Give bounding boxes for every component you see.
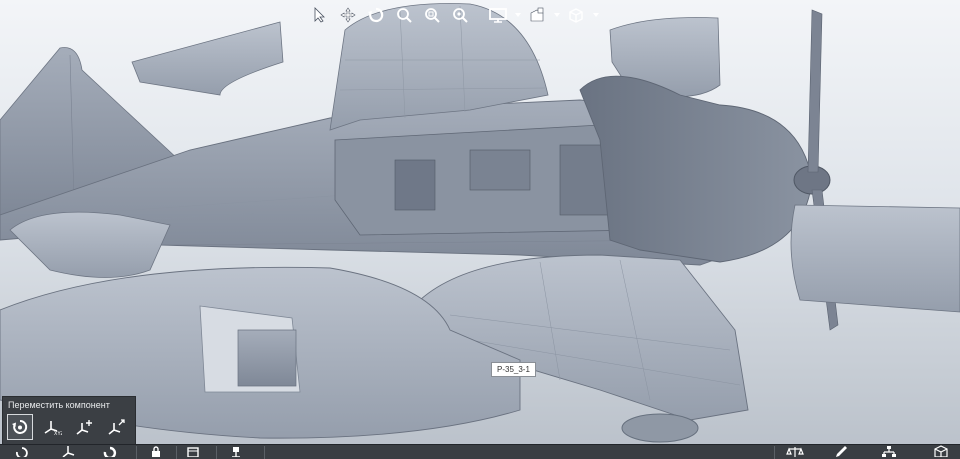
view-toolbar [308, 3, 599, 27]
rotate-component-icon [12, 419, 28, 434]
bottom-mate-button[interactable] [226, 445, 246, 459]
zoom-selected-icon [453, 8, 468, 23]
zoom-window-icon [425, 8, 440, 23]
command-manager-bar [0, 444, 960, 459]
bottom-component-box-button[interactable] [930, 445, 952, 459]
lock-icon [152, 446, 160, 457]
chevron-down-icon [553, 13, 560, 17]
bottom-move-xyz-button[interactable] [58, 445, 78, 459]
chevron-down-icon [514, 13, 521, 17]
bottom-balance-button[interactable] [784, 445, 806, 459]
move-by-delta-button[interactable] [103, 414, 129, 440]
appearance-button[interactable] [525, 4, 549, 26]
bottom-rotate-alt-button[interactable] [100, 445, 120, 459]
mate-icon [232, 447, 240, 457]
appearance-dropdown[interactable] [553, 4, 560, 26]
move-xyz-button[interactable]: XYZ [39, 414, 65, 440]
aircraft-model[interactable] [0, 0, 960, 444]
propeller [807, 9, 823, 173]
pencil-icon [836, 446, 847, 457]
display-mode-dropdown[interactable] [514, 4, 521, 26]
zoom-window-button[interactable] [420, 4, 444, 26]
bottom-rotate-component-button[interactable] [12, 445, 32, 459]
bottom-pencil-button[interactable] [830, 445, 852, 459]
zoom-button[interactable] [392, 4, 416, 26]
triad-xyz-icon [62, 446, 75, 457]
floating-panel-left [131, 21, 284, 96]
balance-icon [786, 447, 804, 457]
3d-viewport[interactable]: P-35_3-1 Переместить компонент XYZ [0, 0, 960, 444]
view-orientation-dropdown[interactable] [592, 4, 599, 26]
engine-cowling [579, 75, 813, 263]
component-box-icon [934, 445, 948, 457]
orbit-rotate-icon [368, 7, 384, 23]
pan-button[interactable] [336, 4, 360, 26]
display-mode-button[interactable] [486, 4, 510, 26]
select-button[interactable] [308, 4, 332, 26]
part-name-tooltip: P-35_3-1 [491, 362, 536, 377]
chevron-down-icon [592, 13, 599, 17]
rotate-view-button[interactable] [364, 4, 388, 26]
move-component-title: Переместить компонент [8, 400, 110, 410]
appearance-icon [530, 7, 544, 22]
move-component-panel: Переместить компонент XYZ [2, 396, 136, 444]
stabilizer [9, 211, 171, 278]
bottom-lock-button[interactable] [148, 445, 164, 459]
zoom-selected-button[interactable] [448, 4, 472, 26]
cube-view-icon [569, 8, 583, 23]
view-orientation-button[interactable] [564, 4, 588, 26]
rotate-component-icon [16, 447, 28, 457]
bottom-assembly-button[interactable] [184, 445, 202, 459]
move-along-entity-button[interactable] [71, 414, 97, 440]
bottom-hierarchy-button[interactable] [878, 445, 900, 459]
cursor-arrow-icon [314, 7, 325, 23]
rotate-alt-icon [103, 446, 117, 457]
move-arrows-icon [340, 7, 356, 23]
monitor-icon [489, 8, 507, 23]
zoom-icon [397, 8, 412, 23]
landing-wheel [621, 413, 699, 443]
free-rotate-button[interactable] [7, 414, 33, 440]
triad-plus-icon [76, 420, 92, 435]
triad-xyz-icon: XYZ [44, 421, 62, 436]
hierarchy-icon [882, 446, 896, 457]
triad-arrows-icon [108, 419, 125, 435]
engine-ring [790, 204, 960, 313]
assembly-icon [187, 447, 199, 457]
svg-text:XYZ: XYZ [54, 431, 62, 436]
